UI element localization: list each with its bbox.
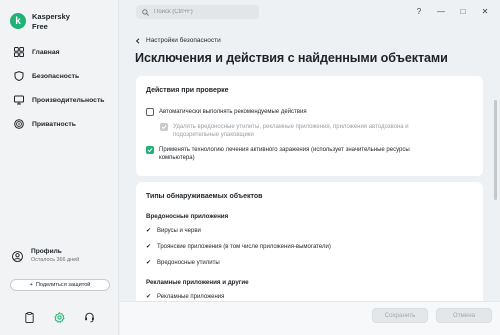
remove-riskware-label-line2: подозрительные упаковщики bbox=[173, 132, 254, 138]
search-icon bbox=[142, 8, 149, 16]
breadcrumb[interactable]: Настройки безопасности bbox=[135, 37, 221, 44]
checkmark-icon bbox=[161, 125, 167, 130]
active-disinfection-option[interactable]: Применять технологию лечения активного з… bbox=[146, 146, 466, 162]
sidebar-item-label: Безопасность bbox=[32, 72, 80, 80]
page-title: Исключения и действия с найденными объек… bbox=[135, 51, 448, 65]
sidebar-bottom-toolbar bbox=[0, 300, 119, 335]
sidebar-item-label: Производительность bbox=[32, 96, 105, 104]
list-item: ✔ Вредоносные утилиты bbox=[146, 259, 220, 267]
breadcrumb-label: Настройки безопасности bbox=[146, 37, 221, 44]
support-button[interactable] bbox=[81, 309, 99, 327]
fingerprint-icon bbox=[14, 119, 24, 129]
remove-riskware-label-line1: Удалять вредоносные утилиты, рекламные п… bbox=[173, 124, 409, 130]
footer-buttons: Сохранить Отмена bbox=[372, 308, 492, 323]
chevron-left-icon bbox=[135, 37, 140, 44]
grid-icon bbox=[14, 47, 24, 57]
minimize-button[interactable]: — bbox=[430, 4, 452, 18]
sidebar-item-label: Главная bbox=[32, 48, 60, 56]
main-content: Настройки безопасности Исключения и дейс… bbox=[120, 28, 500, 335]
maximize-button[interactable]: □ bbox=[452, 4, 474, 18]
sidebar-nav: Главная Безопасность Производительность … bbox=[8, 40, 112, 136]
brand-name: Kaspersky Free bbox=[32, 12, 70, 32]
auto-actions-label: Автоматически выполнять рекомендуемые де… bbox=[159, 109, 307, 115]
auto-actions-option[interactable]: Автоматически выполнять рекомендуемые де… bbox=[146, 108, 466, 116]
checkmark-icon: ✔ bbox=[146, 244, 152, 250]
profile-name: Профиль bbox=[31, 248, 62, 255]
help-button[interactable]: ? bbox=[408, 4, 430, 18]
sidebar-item-home[interactable]: Главная bbox=[8, 40, 112, 64]
settings-icon bbox=[54, 312, 65, 323]
sidebar-item-security[interactable]: Безопасность bbox=[8, 64, 112, 88]
sidebar: k Kaspersky Free Главная Безопасность Пр… bbox=[0, 0, 119, 335]
close-button[interactable]: ✕ bbox=[474, 4, 496, 18]
brand: k Kaspersky Free bbox=[10, 12, 70, 32]
list-item: ✔ Рекламные приложения bbox=[146, 293, 225, 301]
clipboard-icon bbox=[25, 312, 34, 323]
share-protection-button[interactable]: + Поделиться защитой bbox=[10, 279, 110, 291]
card-heading: Действия при проверке bbox=[146, 87, 229, 94]
list-item-label: Троянские приложения (в том числе прилож… bbox=[157, 243, 331, 250]
checkmark-icon bbox=[147, 148, 153, 153]
window-controls: ? — □ ✕ bbox=[408, 4, 496, 18]
list-item-label: Вирусы и черви bbox=[157, 227, 201, 234]
brand-line2: Free bbox=[32, 22, 48, 31]
settings-button[interactable] bbox=[50, 309, 68, 327]
remove-riskware-option: Удалять вредоносные утилиты, рекламные п… bbox=[160, 123, 470, 139]
active-disinfection-label-line2: компьютера) bbox=[159, 155, 195, 161]
list-item-label: Рекламные приложения bbox=[157, 293, 225, 300]
cancel-button[interactable]: Отмена bbox=[436, 308, 492, 323]
group-heading: Вредоносные приложения bbox=[146, 213, 229, 220]
sidebar-item-label: Приватность bbox=[32, 120, 76, 128]
sidebar-item-privacy[interactable]: Приватность bbox=[8, 112, 112, 136]
license-remaining: Осталось 366 дней bbox=[31, 257, 80, 263]
scan-actions-card: Действия при проверке Автоматически выпо… bbox=[136, 76, 483, 176]
plus-icon: + bbox=[29, 282, 33, 288]
support-headset-icon bbox=[85, 312, 95, 323]
list-item-label: Вредоносные утилиты bbox=[157, 259, 220, 266]
kaspersky-logo-icon: k bbox=[10, 13, 26, 29]
checkmark-icon: ✔ bbox=[146, 260, 152, 266]
list-item: ✔ Троянские приложения (в том числе прило… bbox=[146, 243, 331, 251]
profile[interactable]: Профиль Осталось 366 дней bbox=[12, 248, 79, 264]
shield-icon bbox=[14, 71, 24, 81]
topbar: ? — □ ✕ bbox=[120, 0, 500, 28]
active-disinfection-label-line1: Применять технологию лечения активного з… bbox=[159, 147, 410, 153]
group-heading: Рекламные приложения и другие bbox=[146, 279, 249, 286]
share-protection-label: Поделиться защитой bbox=[35, 282, 91, 288]
auto-actions-checkbox[interactable] bbox=[146, 108, 154, 116]
search-input[interactable] bbox=[154, 9, 254, 15]
scrollbar[interactable] bbox=[494, 100, 497, 200]
active-disinfection-checkbox[interactable] bbox=[146, 146, 154, 154]
remove-riskware-checkbox bbox=[160, 123, 168, 131]
list-item: ✔ Вирусы и черви bbox=[146, 227, 201, 235]
checkmark-icon: ✔ bbox=[146, 294, 152, 300]
brand-line1: Kaspersky bbox=[32, 12, 70, 21]
save-button[interactable]: Сохранить bbox=[372, 308, 428, 323]
sidebar-item-performance[interactable]: Производительность bbox=[8, 88, 112, 112]
user-avatar-icon bbox=[12, 250, 23, 262]
checkmark-icon: ✔ bbox=[146, 228, 152, 234]
search-box[interactable] bbox=[136, 5, 259, 19]
clipboard-button[interactable] bbox=[20, 309, 38, 327]
card-heading: Типы обнаруживаемых объектов bbox=[146, 193, 263, 200]
monitor-icon bbox=[14, 95, 24, 105]
